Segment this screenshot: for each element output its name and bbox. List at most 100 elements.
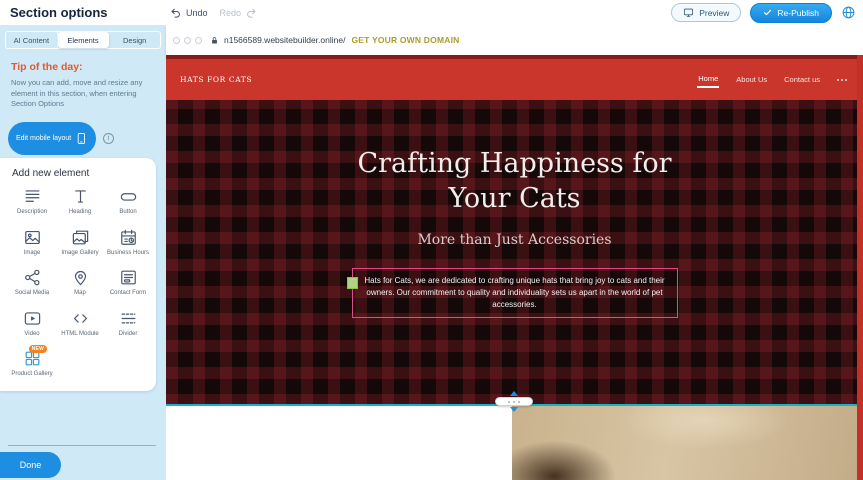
element-product-gallery[interactable]: NEW Product Gallery <box>8 349 56 379</box>
element-map-label: Map <box>74 290 86 298</box>
hero-text-element-selected[interactable]: Hats for Cats, we are dedicated to craft… <box>352 268 678 318</box>
undo-icon <box>170 7 182 19</box>
tab-elements[interactable]: Elements <box>58 32 110 48</box>
tip-of-the-day: Tip of the day: Now you can add, move an… <box>0 49 166 110</box>
redo-button[interactable]: Redo <box>220 7 258 19</box>
preview-button[interactable]: Preview <box>671 3 741 22</box>
browser-dot <box>195 37 202 44</box>
element-video[interactable]: Video <box>8 309 56 339</box>
element-product-gallery-label: Product Gallery <box>11 371 52 379</box>
globe-icon <box>841 5 856 20</box>
page-title: Section options <box>10 5 108 20</box>
nav-more-icon[interactable] <box>837 79 847 81</box>
element-business-hours[interactable]: Business Hours <box>104 228 152 258</box>
nav-about-us[interactable]: About Us <box>736 75 767 84</box>
element-business-hours-label: Business Hours <box>107 250 149 258</box>
info-icon[interactable]: i <box>103 133 114 144</box>
tip-body: Now you can add, move and resize any ele… <box>11 78 155 110</box>
site-header: HATS FOR CATS Home About Us Contact us <box>166 55 863 100</box>
hero-paragraph: Hats for Cats, we are dedicated to craft… <box>363 275 667 311</box>
check-icon <box>763 8 772 17</box>
tab-ai-content-label: AI Content <box>14 36 49 45</box>
top-toolbar: Section options Undo Redo Preview Re-Pub… <box>0 0 863 25</box>
section-resize-handle[interactable] <box>493 391 535 412</box>
app-window: Section options Undo Redo Preview Re-Pub… <box>0 0 863 480</box>
browser-dot <box>184 37 191 44</box>
top-right-controls: Preview Re-Publish <box>671 0 856 25</box>
next-section-cat-image <box>512 406 863 480</box>
element-description-label: Description <box>17 209 47 217</box>
mobile-layout-row: Edit mobile layout i <box>8 122 166 155</box>
divider-icon <box>119 309 138 328</box>
site-preview: HATS FOR CATS Home About Us Contact us C… <box>166 55 863 406</box>
resize-grip[interactable] <box>495 397 533 406</box>
element-video-label: Video <box>24 331 39 339</box>
heading-icon <box>71 187 90 206</box>
edit-mobile-layout-label: Edit mobile layout <box>16 135 71 142</box>
history-controls: Undo Redo <box>170 0 257 25</box>
site-logo[interactable]: HATS FOR CATS <box>180 75 252 84</box>
hero-section[interactable]: Crafting Happiness for Your Cats More th… <box>166 100 863 406</box>
image-icon <box>23 228 42 247</box>
hero-subheading[interactable]: More than Just Accessories <box>417 232 611 248</box>
sidebar-tabs: AI Content Elements Design <box>5 31 161 49</box>
element-image[interactable]: Image <box>8 228 56 258</box>
element-html-module[interactable]: HTML Module <box>56 309 104 339</box>
redo-label: Redo <box>220 8 242 18</box>
redo-icon <box>245 7 257 19</box>
element-image-label: Image <box>24 250 41 258</box>
tab-design[interactable]: Design <box>109 32 160 48</box>
new-badge: NEW <box>29 345 47 353</box>
republish-label: Re-Publish <box>777 8 819 18</box>
tab-ai-content[interactable]: AI Content <box>6 32 58 48</box>
undo-button[interactable]: Undo <box>170 7 208 19</box>
form-icon <box>119 268 138 287</box>
undo-label: Undo <box>186 8 208 18</box>
next-section-background <box>166 406 512 480</box>
language-globe-button[interactable] <box>841 5 856 20</box>
add-element-panel: Add new element Description Heading Butt… <box>0 158 156 391</box>
resize-arrow-down-icon <box>510 407 518 412</box>
element-contact-form-label: Contact Form <box>110 290 146 298</box>
get-domain-link[interactable]: GET YOUR OWN DOMAIN <box>351 35 459 45</box>
edit-mobile-layout-button[interactable]: Edit mobile layout <box>8 122 96 155</box>
republish-button[interactable]: Re-Publish <box>750 3 832 23</box>
element-image-gallery[interactable]: Image Gallery <box>56 228 104 258</box>
nav-home[interactable]: Home <box>697 71 719 88</box>
video-play-icon <box>23 309 42 328</box>
tab-elements-label: Elements <box>67 36 98 45</box>
lock-icon <box>210 36 219 45</box>
text-lines-icon <box>23 187 42 206</box>
element-html-module-label: HTML Module <box>61 331 98 339</box>
element-heading[interactable]: Heading <box>56 187 104 217</box>
business-hours-icon <box>119 228 138 247</box>
site-nav: Home About Us Contact us <box>697 59 847 100</box>
element-description[interactable]: Description <box>8 187 56 217</box>
site-url: n1566589.websitebuilder.online/ <box>224 35 345 45</box>
element-contact-form[interactable]: Contact Form <box>104 268 152 298</box>
preview-browser-bar: n1566589.websitebuilder.online/ GET YOUR… <box>166 25 863 55</box>
element-image-gallery-label: Image Gallery <box>61 250 98 258</box>
element-divider-label: Divider <box>119 331 138 339</box>
code-icon <box>71 309 90 328</box>
element-social-media[interactable]: Social Media <box>8 268 56 298</box>
share-nodes-icon <box>23 268 42 287</box>
section-options-sidebar: AI Content Elements Design Tip of the da… <box>0 25 166 480</box>
monitor-icon <box>683 7 694 18</box>
tab-design-label: Design <box>123 36 146 45</box>
image-gallery-icon <box>71 228 90 247</box>
element-grid: Description Heading Button Image Image G <box>8 187 152 379</box>
element-heading-label: Heading <box>69 209 91 217</box>
nav-contact-us[interactable]: Contact us <box>784 75 820 84</box>
element-social-media-label: Social Media <box>15 290 49 298</box>
drag-handle[interactable] <box>347 277 358 289</box>
element-map[interactable]: Map <box>56 268 104 298</box>
map-pin-icon <box>71 268 90 287</box>
element-button[interactable]: Button <box>104 187 152 217</box>
done-button[interactable]: Done <box>0 452 61 478</box>
tip-title: Tip of the day: <box>11 61 155 73</box>
preview-label: Preview <box>699 8 729 18</box>
element-divider[interactable]: Divider <box>104 309 152 339</box>
hero-heading[interactable]: Crafting Happiness for Your Cats <box>345 146 685 216</box>
browser-dots <box>173 37 202 44</box>
